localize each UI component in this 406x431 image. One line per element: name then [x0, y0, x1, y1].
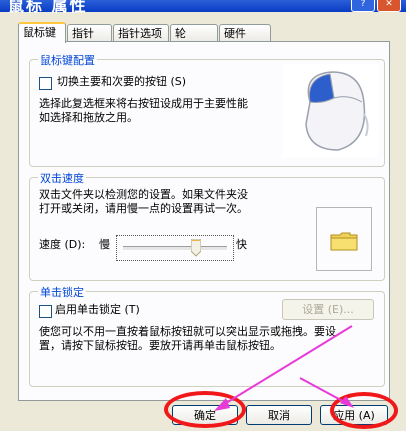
tab-buttons[interactable]: 鼠标键	[18, 22, 66, 43]
annotation-arrows	[214, 325, 354, 411]
